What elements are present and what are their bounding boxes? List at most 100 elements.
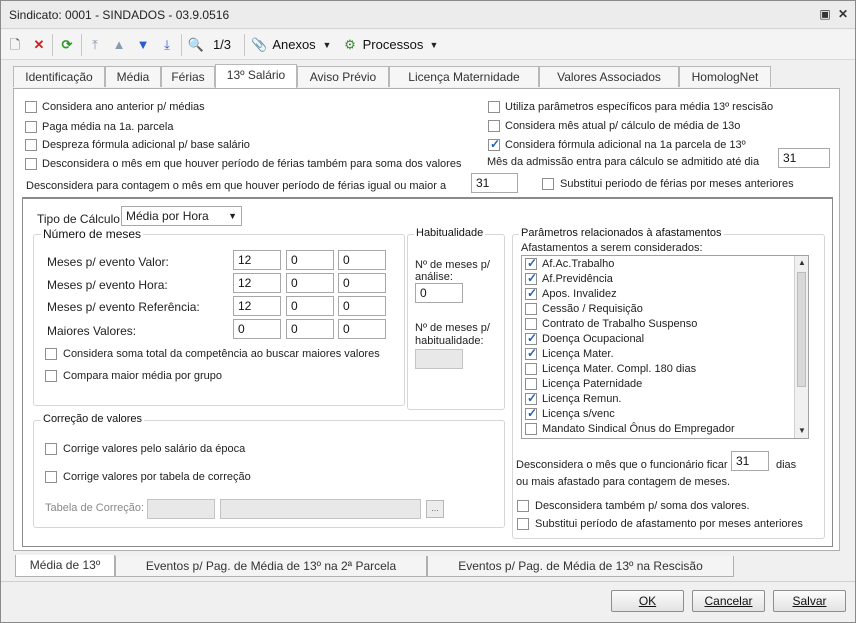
tab-aviso-previo[interactable]: Aviso Prévio <box>297 66 389 87</box>
despreza-formula-checkbox[interactable] <box>25 139 37 151</box>
new-icon[interactable]: 🗋 <box>7 35 23 55</box>
meses-hora-input-2[interactable]: 0 <box>286 273 334 293</box>
afastamento-item[interactable]: Licença s/venc <box>522 406 794 422</box>
afastamento-checkbox[interactable] <box>525 406 537 421</box>
afastamento-checkbox[interactable] <box>525 391 537 406</box>
cancelar-button[interactable]: Cancelar <box>692 590 765 612</box>
corrige-salario-checkbox[interactable] <box>45 443 57 455</box>
substitui-periodo-checkbox[interactable] <box>517 518 529 530</box>
substitui-ferias-checkbox[interactable] <box>542 178 554 190</box>
processos-menu[interactable]: Processos <box>362 35 424 55</box>
tab-homolognet[interactable]: HomologNet <box>679 66 771 87</box>
chevron-down-icon[interactable]: ▼ <box>321 35 333 55</box>
afastamentos-list[interactable]: Af.Ac.Trabalho Af.Previdência Apos. Invali… <box>521 255 809 439</box>
afastamento-checkbox[interactable] <box>525 346 537 361</box>
meses-hora-input-3[interactable]: 0 <box>338 273 386 293</box>
paga-media-checkbox[interactable] <box>25 121 37 133</box>
maiores-valores-input-1[interactable]: 0 <box>233 319 281 339</box>
tab-media-13[interactable]: Média de 13º <box>15 555 115 577</box>
considera-ano-anterior-label: Considera ano anterior p/ médias <box>42 101 205 113</box>
salvar-button[interactable]: Salvar <box>773 590 846 612</box>
desconsidera-ferias-soma-checkbox[interactable] <box>25 158 37 170</box>
tab-eventos-rescisao[interactable]: Eventos p/ Pag. de Média de 13º na Resci… <box>427 556 734 577</box>
meses-analise-input[interactable]: 0 <box>415 283 463 303</box>
next-record-icon[interactable]: ▼ <box>135 35 151 55</box>
tipo-calculo-label: Tipo de Cálculo <box>37 212 120 226</box>
utiliza-parametros-checkbox[interactable] <box>488 101 500 113</box>
meses-referencia-input-1[interactable]: 12 <box>233 296 281 316</box>
meses-habitualidade-input[interactable] <box>415 349 463 369</box>
first-record-icon[interactable]: ⤒ <box>87 35 103 55</box>
search-icon[interactable]: 🔍 <box>187 35 205 55</box>
afastamento-checkbox[interactable] <box>525 303 537 315</box>
meses-habitualidade-label-1: Nº de meses p/ <box>415 322 490 334</box>
desconsidera-soma-checkbox[interactable] <box>517 500 529 512</box>
afastamento-item[interactable]: Licença Mater. <box>522 346 794 362</box>
afastamento-item[interactable]: Mandato Sindical Ônus do Empregador <box>522 422 794 437</box>
considera-mes-atual-checkbox[interactable] <box>488 120 500 132</box>
restore-icon[interactable]: ▣ <box>818 7 832 21</box>
afastamento-checkbox[interactable] <box>525 363 537 375</box>
meses-referencia-input-3[interactable]: 0 <box>338 296 386 316</box>
tab-valores-associados[interactable]: Valores Associados <box>539 66 679 87</box>
tabela-correcao-code-input[interactable] <box>147 499 215 519</box>
meses-valor-input-1[interactable]: 12 <box>233 250 281 270</box>
scroll-thumb[interactable] <box>797 272 806 387</box>
compara-maior-checkbox[interactable] <box>45 370 57 382</box>
afastamento-item[interactable]: Doença Ocupacional <box>522 331 794 347</box>
previous-record-icon[interactable]: ▲ <box>111 35 127 55</box>
afastamento-item[interactable]: Licença Mater. Compl. 180 dias <box>522 362 794 377</box>
afastamento-checkbox[interactable] <box>525 271 537 286</box>
delete-icon[interactable]: ✕ <box>31 35 47 55</box>
last-record-icon[interactable]: ⤓ <box>159 35 175 55</box>
afastamento-item[interactable]: Af.Ac.Trabalho <box>522 256 794 272</box>
tab-eventos-2a-parcela[interactable]: Eventos p/ Pag. de Média de 13º na 2ª Pa… <box>115 556 427 577</box>
afastamentos-scrollbar[interactable]: ▲ ▼ <box>794 256 808 438</box>
tabela-correcao-desc-input[interactable] <box>220 499 421 519</box>
considera-ano-anterior-checkbox[interactable] <box>25 101 37 113</box>
tab-13-salario[interactable]: 13º Salário <box>215 64 297 88</box>
tab-identificacao[interactable]: Identificação <box>13 66 105 87</box>
meses-valor-input-2[interactable]: 0 <box>286 250 334 270</box>
afastamento-label: Af.Previdência <box>542 273 613 285</box>
maiores-valores-input-3[interactable]: 0 <box>338 319 386 339</box>
afastamento-checkbox[interactable] <box>525 331 537 346</box>
scroll-up-icon[interactable]: ▲ <box>795 256 808 270</box>
ok-button[interactable]: OK <box>611 590 684 612</box>
considera-formula-1a-checkbox[interactable] <box>488 137 500 151</box>
tipo-calculo-select[interactable]: Média por Hora ▼ <box>121 206 242 226</box>
afastamento-item[interactable]: Licença Paternidade <box>522 377 794 392</box>
chevron-down-icon[interactable]: ▼ <box>228 207 237 225</box>
tab-licenca-maternidade[interactable]: Licença Maternidade <box>389 66 539 87</box>
desconsidera-afastamento-input[interactable]: 31 <box>731 451 769 471</box>
refresh-icon[interactable]: ⟳ <box>58 35 76 55</box>
window-title: Sindicato: 0001 - SINDADOS - 03.9.0516 <box>9 8 230 22</box>
chevron-down-icon[interactable]: ▼ <box>428 35 440 55</box>
meses-hora-input-1[interactable]: 12 <box>233 273 281 293</box>
afastamento-checkbox[interactable] <box>525 256 537 271</box>
meses-valor-input-3[interactable]: 0 <box>338 250 386 270</box>
meses-referencia-input-2[interactable]: 0 <box>286 296 334 316</box>
afastamento-checkbox[interactable] <box>525 423 537 435</box>
maiores-valores-input-2[interactable]: 0 <box>286 319 334 339</box>
afastamento-checkbox[interactable] <box>525 286 537 301</box>
anexos-menu[interactable]: Anexos <box>271 35 317 55</box>
close-icon[interactable]: ✕ <box>836 7 850 21</box>
tab-media[interactable]: Média <box>105 66 161 87</box>
corrige-tabela-checkbox[interactable] <box>45 471 57 483</box>
afastamento-item[interactable]: Apos. Invalidez <box>522 286 794 302</box>
mes-admissao-input[interactable]: 31 <box>778 148 830 168</box>
paperclip-icon[interactable]: 📎 <box>251 35 267 55</box>
scroll-down-icon[interactable]: ▼ <box>795 424 808 438</box>
considera-soma-checkbox[interactable] <box>45 348 57 360</box>
afastamento-item[interactable]: Cessão / Requisição <box>522 302 794 317</box>
gears-icon[interactable]: ⚙ <box>341 35 359 55</box>
afastamento-checkbox[interactable] <box>525 318 537 330</box>
desconsidera-contagem-input[interactable]: 31 <box>471 173 518 193</box>
afastamento-item[interactable]: Af.Previdência <box>522 271 794 287</box>
tabela-correcao-browse-button[interactable]: ... <box>426 500 444 518</box>
tab-ferias[interactable]: Férias <box>161 66 215 87</box>
afastamento-checkbox[interactable] <box>525 378 537 390</box>
afastamento-item[interactable]: Licença Remun. <box>522 391 794 407</box>
afastamento-item[interactable]: Contrato de Trabalho Suspenso <box>522 317 794 332</box>
